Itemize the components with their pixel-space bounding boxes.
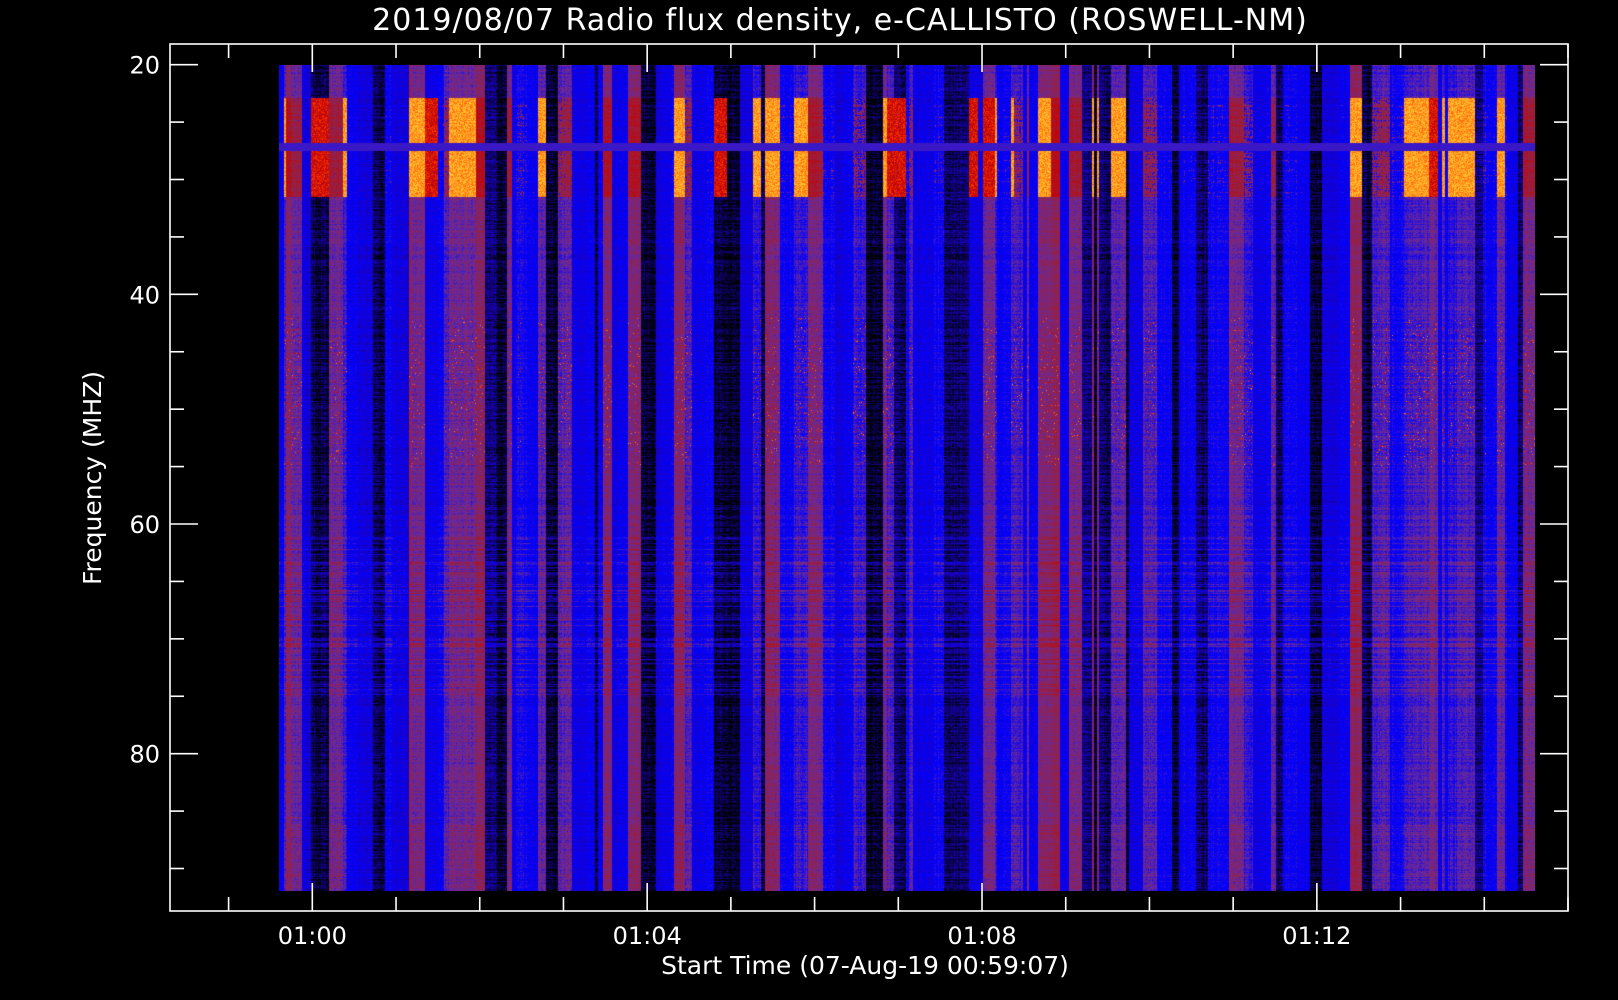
chart-title: 2019/08/07 Radio flux density, e-CALLIST… [372, 3, 1308, 38]
y-tick-label: 80 [129, 741, 160, 769]
y-tick-label: 40 [129, 281, 160, 309]
x-axis-label: Start Time (07-Aug-19 00:59:07) [661, 951, 1069, 980]
y-tick-label: 60 [129, 511, 160, 539]
x-tick-label: 01:04 [613, 922, 682, 950]
x-tick-label: 01:00 [278, 922, 347, 950]
x-tick-label: 01:08 [947, 922, 1016, 950]
heatmap [279, 65, 1535, 891]
spectrogram-image [279, 65, 1535, 891]
x-tick-label: 01:12 [1282, 922, 1351, 950]
y-axis-label: Frequency (MHZ) [78, 371, 107, 585]
y-tick-label: 20 [129, 52, 160, 80]
spectrogram-figure: 2019/08/07 Radio flux density, e-CALLIST… [0, 0, 1618, 1000]
